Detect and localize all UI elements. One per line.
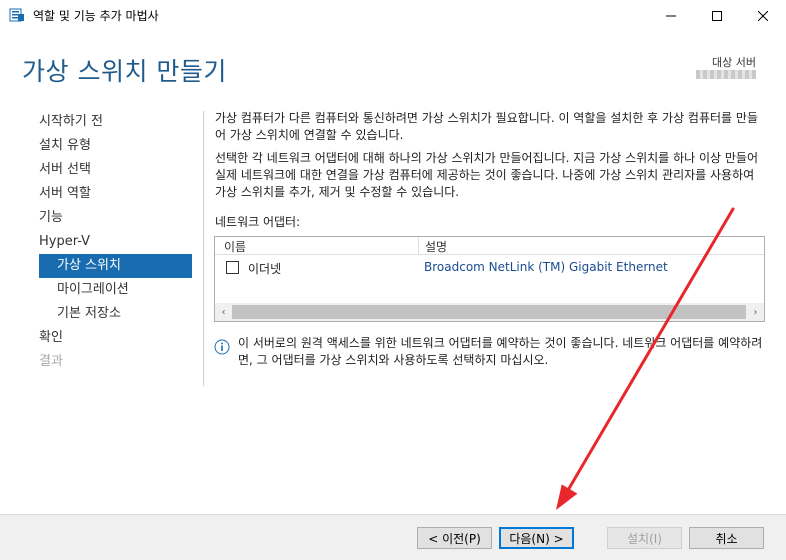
info-icon [214, 339, 230, 355]
install-button: 설치(I) [607, 527, 682, 549]
nav-item-hyper-v[interactable]: Hyper-V [39, 231, 90, 253]
nav-item-confirmation[interactable]: 확인 [39, 327, 63, 349]
minimize-icon [666, 15, 676, 16]
table-header: 이름 설명 [215, 237, 764, 255]
nav-item-server-roles[interactable]: 서버 역할 [39, 183, 91, 205]
intro-paragraph: 가상 컴퓨터가 다른 컴퓨터와 통신하려면 가상 스위치가 필요합니다. 이 역… [215, 111, 758, 142]
scroll-left-icon[interactable]: ‹ [215, 303, 232, 321]
scroll-right-icon[interactable]: › [747, 303, 764, 321]
nav-item-results: 결과 [39, 354, 63, 369]
horizontal-scrollbar[interactable]: ‹ › [215, 303, 764, 321]
nav-item-installation-type[interactable]: 설치 유형 [39, 135, 91, 157]
adapter-description: Broadcom NetLink (TM) Gigabit Ethernet [424, 260, 668, 274]
server-manager-icon [9, 8, 24, 22]
nav-item-virtual-switches[interactable]: 가상 스위치 [57, 255, 121, 277]
nav-item-features[interactable]: 기능 [39, 207, 63, 229]
description-paragraph: 선택한 각 네트워크 어댑터에 대해 하나의 가상 스위치가 만들어집니다. 지… [215, 151, 758, 199]
adapter-checkbox[interactable] [226, 261, 239, 274]
close-button[interactable] [740, 0, 786, 31]
network-adapters-label: 네트워크 어댑터: [215, 215, 301, 229]
nav-item-server-selection[interactable]: 서버 선택 [39, 159, 91, 181]
minimize-button[interactable] [648, 0, 694, 31]
column-header-name[interactable]: 이름 [224, 238, 246, 255]
info-message: 이 서버로의 원격 액세스를 위한 네트워크 어댑터를 예약하는 것이 좋습니다… [238, 336, 763, 367]
nav-item-before-you-begin[interactable]: 시작하기 전 [39, 111, 103, 133]
adapter-name: 이더넷 [248, 262, 282, 276]
window-title: 역할 및 기능 추가 마법사 [33, 9, 159, 23]
title-bar: 역할 및 기능 추가 마법사 [0, 0, 786, 31]
cancel-button[interactable]: 취소 [689, 527, 764, 549]
previous-button[interactable]: < 이전(P) [417, 527, 492, 549]
maximize-button[interactable] [694, 0, 740, 31]
nav-item-migration[interactable]: 마이그레이션 [57, 279, 129, 301]
network-adapters-table: 이름 설명 이더넷 Broadcom NetLink (TM) Gigabit … [214, 236, 765, 322]
nav-item-default-stores[interactable]: 기본 저장소 [57, 303, 121, 325]
nav-divider [203, 111, 204, 386]
maximize-icon [712, 10, 722, 21]
scrollbar-thumb[interactable] [232, 305, 746, 319]
column-separator[interactable] [418, 237, 419, 255]
target-server-label: 대상 서버 [712, 56, 756, 69]
next-button[interactable]: 다음(N) > [499, 527, 574, 549]
column-header-description[interactable]: 설명 [425, 238, 447, 255]
target-server-name-redacted [696, 70, 756, 79]
close-icon [758, 10, 768, 21]
page-title: 가상 스위치 만들기 [22, 57, 227, 86]
